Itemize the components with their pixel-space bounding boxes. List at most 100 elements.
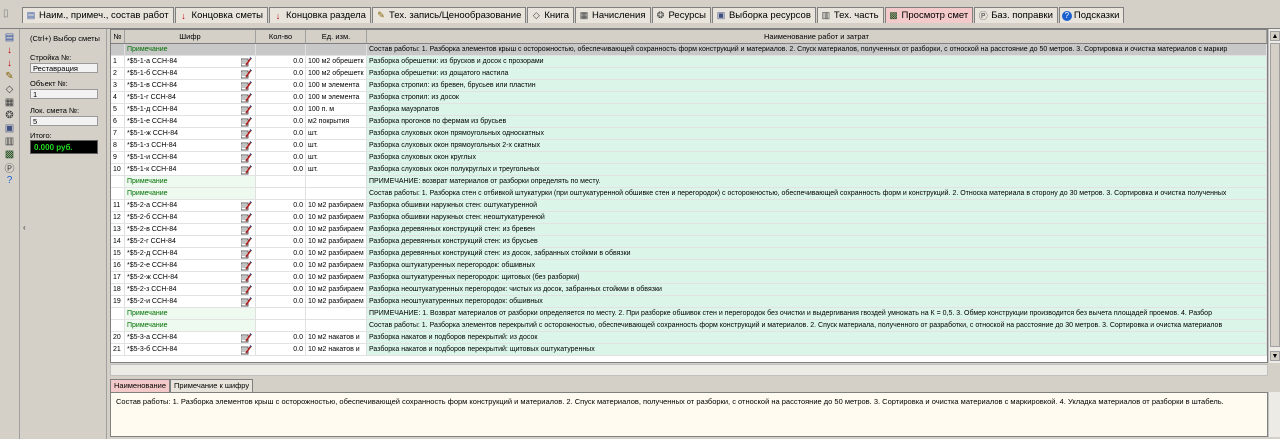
quantity-cell[interactable]: 0.0 bbox=[256, 212, 306, 223]
rate-edit-icon[interactable] bbox=[240, 225, 252, 235]
unit-cell[interactable]: 10 м2 разбираем bbox=[306, 260, 367, 271]
document-icon[interactable]: ▤ bbox=[3, 31, 16, 44]
column-header-number[interactable]: № bbox=[111, 30, 125, 43]
collapse-panel-icon[interactable]: ‹ bbox=[23, 223, 31, 232]
quantity-cell[interactable]: 0.0 bbox=[256, 56, 306, 67]
code-cell[interactable]: *$5-1-и ССН-84 bbox=[125, 152, 256, 163]
pricing-icon[interactable]: ✎ bbox=[3, 70, 16, 83]
rate-edit-icon[interactable] bbox=[240, 213, 252, 223]
select-estimate-button[interactable]: (Ctrl+) Выбор сметы bbox=[28, 32, 102, 46]
quantity-cell[interactable]: 0.0 bbox=[256, 116, 306, 127]
row-number-cell[interactable]: 13 bbox=[111, 224, 125, 235]
tab-7[interactable]: ▣ Выборка ресурсов bbox=[711, 7, 816, 23]
code-cell[interactable]: *$5-2-е ССН-84 bbox=[125, 260, 256, 271]
name-cell[interactable]: Разборка деревянных конструкций стен: из… bbox=[367, 224, 1267, 235]
code-cell[interactable]: Примечание bbox=[125, 44, 256, 55]
row-number-cell[interactable] bbox=[111, 320, 125, 331]
code-cell[interactable]: *$5-1-е ССН-84 bbox=[125, 116, 256, 127]
row-number-cell[interactable]: 2 bbox=[111, 68, 125, 79]
scroll-up-icon[interactable]: ▲ bbox=[1270, 31, 1280, 41]
table-row[interactable]: 10 *$5-1-к ССН-84 0.0 шт. Разборка слуховых … bbox=[111, 164, 1267, 176]
quantity-cell[interactable]: 0.0 bbox=[256, 284, 306, 295]
table-row[interactable]: 3 *$5-1-в ССН-84 0.0 100 м элемента Разборка… bbox=[111, 80, 1267, 92]
tab-10[interactable]: Ⓟ Баз. поправки bbox=[974, 7, 1058, 23]
column-header-code[interactable]: Шифр bbox=[125, 30, 256, 43]
unit-cell[interactable]: шт. bbox=[306, 164, 367, 175]
code-cell[interactable]: Примечание bbox=[125, 320, 256, 331]
row-number-cell[interactable]: 7 bbox=[111, 128, 125, 139]
bottom-tab-1[interactable]: Примечание к шифру bbox=[170, 379, 254, 392]
code-cell[interactable]: *$5-1-д ССН-84 bbox=[125, 104, 256, 115]
quantity-cell[interactable]: 0.0 bbox=[256, 164, 306, 175]
code-cell[interactable]: *$5-2-ж ССН-84 bbox=[125, 272, 256, 283]
table-row[interactable]: 18 *$5-2-з ССН-84 0.0 10 м2 разбираем Разбор… bbox=[111, 284, 1267, 296]
name-cell[interactable]: Разборка оштукатуренных перегородок: щит… bbox=[367, 272, 1267, 283]
tab-9[interactable]: ▩ Просмотр смет bbox=[884, 7, 974, 23]
unit-cell[interactable]: м2 покрытия bbox=[306, 116, 367, 127]
row-number-cell[interactable]: 4 bbox=[111, 92, 125, 103]
note-row[interactable]: Примечание ПРИМЕЧАНИЕ: возврат материалов… bbox=[111, 176, 1267, 188]
rate-edit-icon[interactable] bbox=[240, 201, 252, 211]
rate-edit-icon[interactable] bbox=[240, 261, 252, 271]
unit-cell[interactable]: 100 м2 обрешетк bbox=[306, 56, 367, 67]
unit-cell[interactable]: 10 м2 разбираем bbox=[306, 296, 367, 307]
base-corrections-icon[interactable]: Ⓟ bbox=[3, 161, 16, 175]
code-cell[interactable]: *$5-1-к ССН-84 bbox=[125, 164, 256, 175]
table-row[interactable]: 19 *$5-2-и ССН-84 0.0 10 м2 разбираем Разбор… bbox=[111, 296, 1267, 308]
rate-edit-icon[interactable] bbox=[240, 105, 252, 115]
code-cell[interactable]: *$5-2-и ССН-84 bbox=[125, 296, 256, 307]
rate-edit-icon[interactable] bbox=[240, 285, 252, 295]
stroyka-field[interactable]: Реставрация bbox=[30, 63, 98, 73]
quantity-cell[interactable]: 0.0 bbox=[256, 248, 306, 259]
row-number-cell[interactable] bbox=[111, 188, 125, 199]
rate-edit-icon[interactable] bbox=[240, 333, 252, 343]
name-cell[interactable]: Разборка деревянных конструкций стен: из… bbox=[367, 248, 1267, 259]
row-number-cell[interactable]: 3 bbox=[111, 80, 125, 91]
name-cell[interactable]: Разборка оштукатуренных перегородок: обш… bbox=[367, 260, 1267, 271]
resources-icon[interactable]: ❂ bbox=[3, 109, 16, 122]
quantity-cell[interactable]: 0.0 bbox=[256, 140, 306, 151]
code-cell[interactable]: Примечание bbox=[125, 176, 256, 187]
row-number-cell[interactable]: 9 bbox=[111, 152, 125, 163]
column-header-name[interactable]: Наименование работ и затрат bbox=[367, 30, 1267, 43]
quantity-cell[interactable]: 0.0 bbox=[256, 224, 306, 235]
code-cell[interactable]: Примечание bbox=[125, 188, 256, 199]
name-cell[interactable]: Состав работы: 1. Разборка элементов пер… bbox=[367, 320, 1267, 331]
memo-scrollbar[interactable] bbox=[1268, 392, 1280, 437]
name-cell[interactable]: Разборка обшивки наружных стен: оштукату… bbox=[367, 200, 1267, 211]
table-row[interactable]: 6 *$5-1-е ССН-84 0.0 м2 покрытия Разборка пр… bbox=[111, 116, 1267, 128]
table-row[interactable]: 13 *$5-2-в ССН-84 0.0 10 м2 разбираем Разбор… bbox=[111, 224, 1267, 236]
help-icon[interactable]: ? bbox=[3, 174, 16, 187]
name-cell[interactable]: Разборка обрешетки: из дощатого настила bbox=[367, 68, 1267, 79]
bottom-tab-0[interactable]: Наименование bbox=[110, 379, 170, 392]
rate-edit-icon[interactable] bbox=[240, 273, 252, 283]
tab-0[interactable]: ▤ Наим., примеч., состав работ bbox=[22, 7, 174, 23]
unit-cell[interactable] bbox=[306, 44, 367, 55]
quantity-cell[interactable]: 0.0 bbox=[256, 128, 306, 139]
table-row[interactable]: 11 *$5-2-а ССН-84 0.0 10 м2 разбираем Разбор… bbox=[111, 200, 1267, 212]
name-cell[interactable]: Состав работы: 1. Разборка элементов кры… bbox=[367, 44, 1267, 55]
quantity-cell[interactable]: 0.0 bbox=[256, 344, 306, 355]
unit-cell[interactable]: 100 м элемента bbox=[306, 80, 367, 91]
lok-estimate-field[interactable]: 5 bbox=[30, 116, 98, 126]
table-row[interactable]: 2 *$5-1-б ССН-84 0.0 100 м2 обрешетк Разборк… bbox=[111, 68, 1267, 80]
code-cell[interactable]: *$5-1-з ССН-84 bbox=[125, 140, 256, 151]
scroll-thumb[interactable] bbox=[1270, 43, 1280, 347]
rate-edit-icon[interactable] bbox=[240, 165, 252, 175]
code-cell[interactable]: *$5-2-в ССН-84 bbox=[125, 224, 256, 235]
unit-cell[interactable]: 10 м2 разбираем bbox=[306, 224, 367, 235]
table-row[interactable]: 17 *$5-2-ж ССН-84 0.0 10 м2 разбираем Разбор… bbox=[111, 272, 1267, 284]
row-number-cell[interactable]: 18 bbox=[111, 284, 125, 295]
unit-cell[interactable]: 100 м2 обрешетк bbox=[306, 68, 367, 79]
name-cell[interactable]: Разборка стропил: из досок bbox=[367, 92, 1267, 103]
tab-8[interactable]: ▥ Тех. часть bbox=[816, 7, 884, 23]
code-cell[interactable]: *$5-1-г ССН-84 bbox=[125, 92, 256, 103]
unit-cell[interactable] bbox=[306, 308, 367, 319]
tab-3[interactable]: ✎ Тех. запись/Ценообразование bbox=[371, 7, 527, 23]
rate-edit-icon[interactable] bbox=[240, 297, 252, 307]
quantity-cell[interactable]: 0.0 bbox=[256, 68, 306, 79]
quantity-cell[interactable]: 0.0 bbox=[256, 152, 306, 163]
row-number-cell[interactable] bbox=[111, 308, 125, 319]
table-row[interactable]: 12 *$5-2-б ССН-84 0.0 10 м2 разбираем Разбор… bbox=[111, 212, 1267, 224]
name-cell[interactable]: Разборка накатов и подборов перекрытий: … bbox=[367, 344, 1267, 355]
